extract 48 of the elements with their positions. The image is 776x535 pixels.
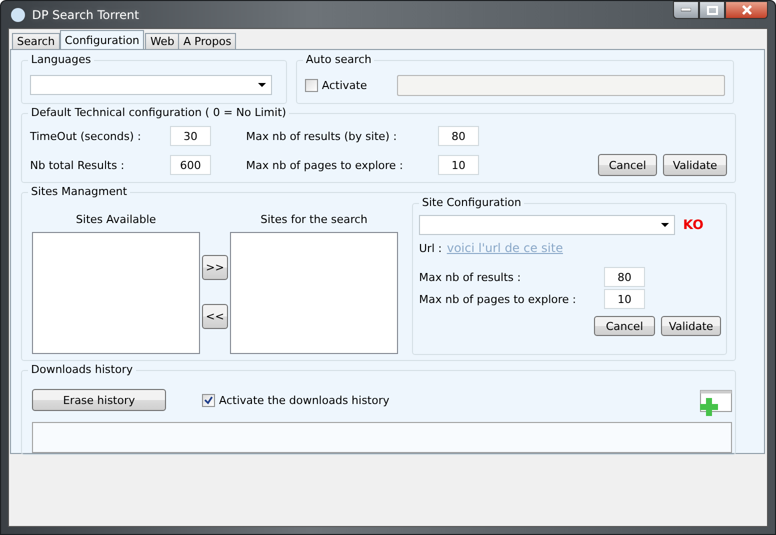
tab[interactable]: Web [145,33,180,49]
move-left-button[interactable]: << [202,304,228,329]
checkbox-label: Activate the downloads history [219,394,390,406]
number-field[interactable]: 80 [438,126,479,146]
group-label: Site Configuration [419,196,524,209]
tab[interactable]: Configuration [60,30,144,49]
minimize-icon [681,8,691,12]
list-heading: Sites for the search [260,213,368,226]
group-label: Auto search [302,53,374,66]
maximize-button[interactable] [699,1,725,19]
tab[interactable]: Search [12,33,60,49]
number-field[interactable]: 10 [438,155,479,175]
sites-list[interactable] [230,232,398,354]
field-label: Nb total Results : [30,158,126,172]
number-field[interactable]: 30 [170,126,211,146]
cancel-button[interactable]: Cancel [594,316,655,336]
tab[interactable]: A Propos [178,33,236,49]
group-label: Downloads history [28,363,136,376]
group-label: Languages [28,53,94,66]
erase-history-button[interactable]: Erase history [32,389,166,411]
list-heading: Sites Available [76,213,156,226]
maximize-icon [706,6,718,14]
field-label: Max nb of pages to explore : [419,292,578,306]
move-right-button[interactable]: >> [202,255,228,280]
validate-button[interactable]: Validate [661,316,721,336]
field-label: Max nb of results (by site) : [245,130,398,142]
app-icon [10,6,26,22]
field-label: TimeOut (seconds) : [30,130,142,142]
checkbox[interactable] [202,394,215,406]
number-field[interactable]: 600 [170,155,211,175]
field-label: Max nb of pages to explore : [245,158,404,172]
field-label: Max nb of results : [419,270,522,284]
cancel-button[interactable]: Cancel [598,154,657,176]
number-field[interactable]: 10 [604,289,645,309]
add-window-icon[interactable] [700,390,732,416]
checkbox-label: Activate [322,79,367,92]
window-title: DP Search Torrent [32,8,140,22]
group-label: Sites Managment [28,185,130,198]
sites-list[interactable] [32,232,200,354]
validate-button[interactable]: Validate [663,154,727,176]
status-text: KO [683,218,704,232]
group-label: Default Technical configuration ( 0 = No Limit) [28,106,290,119]
minimize-button[interactable] [673,1,699,19]
url-label: Url : [419,242,442,254]
number-field[interactable]: 80 [604,267,645,287]
checkbox[interactable] [304,79,318,92]
close-button[interactable] [725,1,768,19]
close-icon [740,5,752,15]
